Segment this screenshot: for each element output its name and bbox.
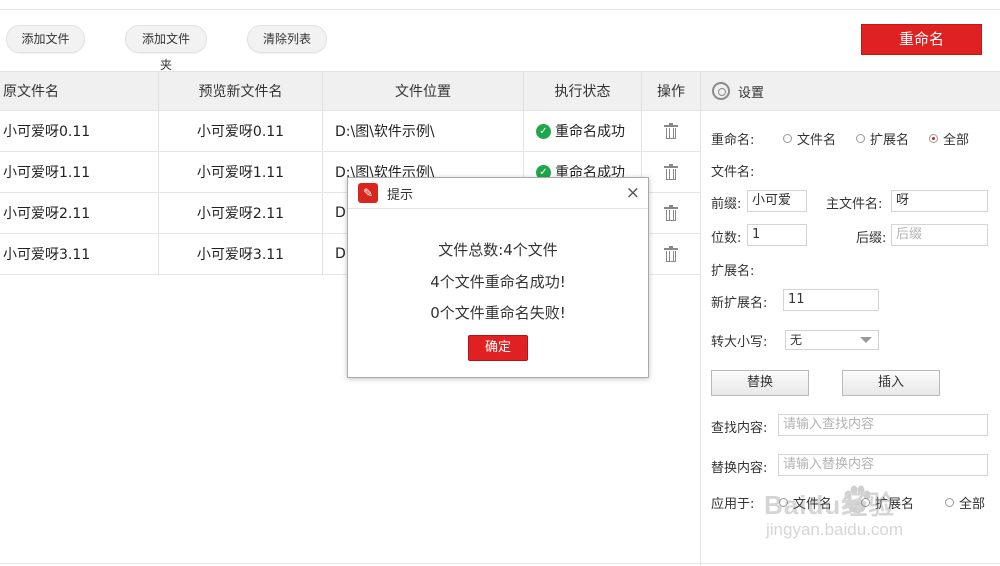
insert-button[interactable]: 插入 [842, 370, 940, 396]
watermark: Baidu经验 jingyan.baidu.com [762, 480, 962, 546]
col-original-name: 原文件名 [0, 72, 159, 110]
new-extension-label: 新扩展名: [711, 296, 768, 311]
add-file-button[interactable]: 添加文件 [6, 25, 85, 53]
apply-to-label: 应用于: [711, 497, 755, 512]
replace-button[interactable]: 替换 [711, 370, 809, 396]
delete-cell [642, 111, 700, 151]
watermark-url: jingyan.baidu.com [766, 520, 904, 539]
radio-dot [783, 134, 792, 143]
radio-dot-selected [929, 134, 938, 143]
original-name: 小可爱呀2.11 [0, 193, 159, 233]
suffix-label: 后缀: [856, 231, 887, 246]
bottom-divider [0, 563, 1000, 564]
clear-list-button[interactable]: 清除列表 [247, 25, 327, 53]
settings-header: 设置 [701, 71, 1000, 111]
replace-content-label: 替换内容: [711, 461, 768, 476]
find-label: 查找内容: [711, 421, 768, 436]
radio-label: 文件名 [797, 133, 837, 148]
table-row[interactable]: 小可爱呀0.11 小可爱呀0.11 D:\图\软件示例\ ✓ 重命名成功 [0, 111, 700, 152]
top-divider [0, 9, 1000, 10]
main-name-input[interactable]: 呀 [891, 190, 988, 212]
prefix-label: 前缀: [711, 197, 742, 212]
dialog-header: ✎ 提示 × [348, 178, 648, 209]
original-name: 小可爱呀0.11 [0, 111, 159, 151]
radio-label: 扩展名 [870, 133, 910, 148]
chevron-down-icon [860, 337, 872, 343]
filename-section-label: 文件名: [711, 165, 755, 180]
total-files-text: 文件总数:4个文件 [438, 241, 558, 259]
table-header: 原文件名 预览新文件名 文件位置 执行状态 操作 [0, 71, 700, 111]
file-location: D:\图\软件示例\ [323, 111, 524, 151]
trash-icon[interactable] [664, 164, 678, 180]
prefix-input[interactable]: 小可爱 [747, 190, 807, 212]
original-name: 小可爱呀3.11 [0, 234, 159, 274]
rename-mode-label: 重命名: [711, 133, 755, 148]
case-select[interactable]: 无 [785, 330, 879, 350]
preview-name: 小可爱呀0.11 [159, 111, 323, 151]
digits-label: 位数: [711, 231, 742, 246]
gear-icon [712, 82, 730, 100]
result-dialog: ✎ 提示 × 文件总数:4个文件 4个文件重命名成功! 0个文件重命名失败! 确… [347, 177, 649, 378]
radio-rename-all[interactable]: 全部 [929, 129, 969, 148]
replace-input[interactable]: 请输入替换内容 [778, 454, 988, 476]
case-label: 转大小写: [711, 335, 768, 350]
rename-button[interactable]: 重命名 [861, 24, 982, 55]
success-count-text: 4个文件重命名成功! [430, 273, 566, 291]
delete-cell [642, 152, 700, 192]
preview-name: 小可爱呀2.11 [159, 193, 323, 233]
trash-icon[interactable] [664, 246, 678, 262]
check-circle-icon: ✓ [536, 123, 551, 139]
preview-name: 小可爱呀1.11 [159, 152, 323, 192]
dialog-title: 提示 [387, 187, 414, 203]
status-text: 重命名成功 [555, 124, 625, 140]
close-icon[interactable]: × [626, 183, 640, 203]
ok-button[interactable]: 确定 [468, 335, 528, 361]
case-select-value: 无 [790, 333, 803, 347]
delete-cell [642, 234, 700, 274]
failure-count-text: 0个文件重命名失败! [430, 304, 566, 322]
col-status: 执行状态 [524, 72, 642, 110]
add-folder-button[interactable]: 添加文件夹 [125, 25, 207, 72]
digits-input[interactable]: 1 [747, 224, 807, 246]
radio-rename-filename[interactable]: 文件名 [783, 129, 836, 148]
trash-icon[interactable] [664, 205, 678, 221]
radio-label: 全部 [959, 497, 986, 512]
delete-cell [642, 193, 700, 233]
extension-section-label: 扩展名: [711, 264, 755, 279]
radio-dot [856, 134, 865, 143]
new-extension-input[interactable]: 11 [783, 289, 879, 311]
trash-icon[interactable] [664, 123, 678, 139]
main-name-label: 主文件名: [826, 197, 883, 212]
col-action: 操作 [657, 84, 685, 100]
find-input[interactable]: 请输入查找内容 [778, 414, 988, 436]
original-name: 小可爱呀1.11 [0, 152, 159, 192]
col-location: 文件位置 [323, 72, 524, 110]
app-logo-icon: ✎ [358, 183, 378, 203]
status-cell: ✓ 重命名成功 [524, 111, 642, 151]
radio-rename-extension[interactable]: 扩展名 [856, 129, 909, 148]
settings-title: 设置 [738, 85, 765, 101]
radio-label: 全部 [943, 133, 970, 148]
watermark-brand: Baidu经验 [764, 490, 896, 520]
preview-name: 小可爱呀3.11 [159, 234, 323, 274]
suffix-input[interactable]: 后缀 [891, 224, 988, 246]
col-preview-name: 预览新文件名 [159, 72, 323, 110]
